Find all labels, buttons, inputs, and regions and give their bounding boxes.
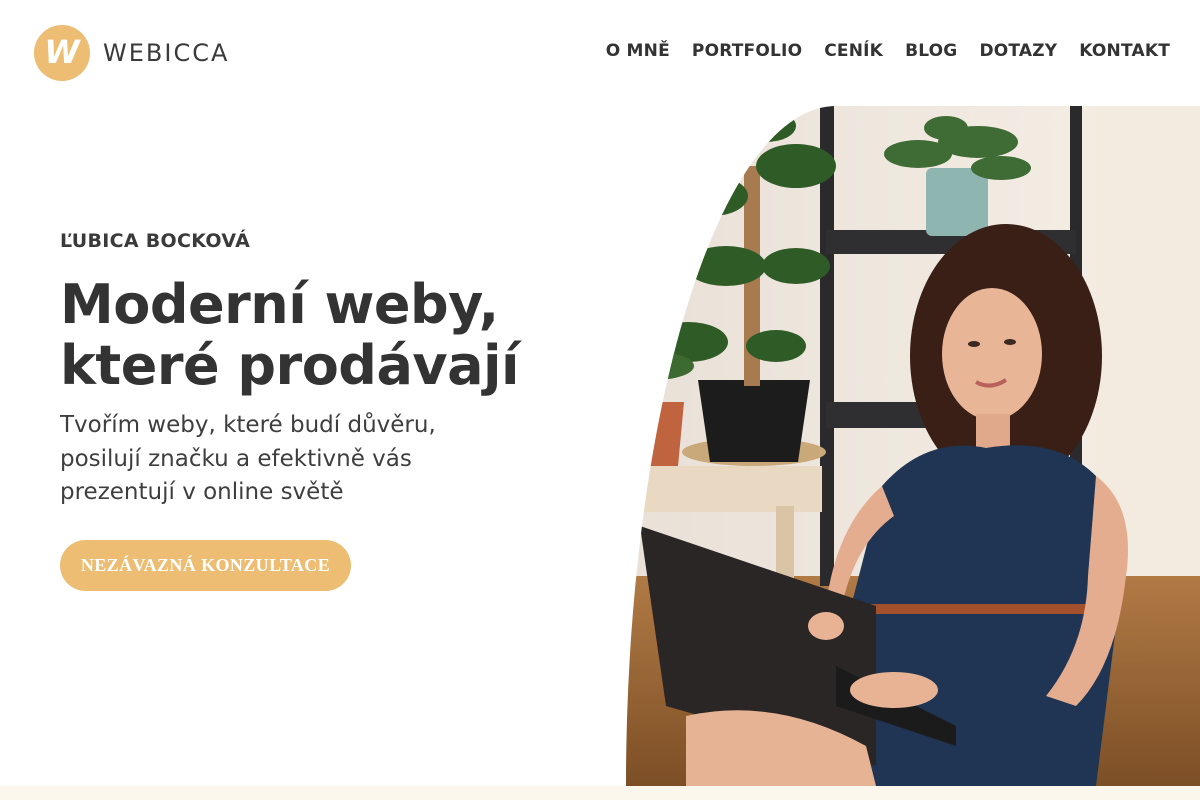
nav-item-contact[interactable]: KONTAKT xyxy=(1079,41,1170,61)
consultation-button[interactable]: NEZÁVAZNÁ KONZULTACE xyxy=(60,540,351,591)
logo-link[interactable]: W WEBICCA xyxy=(34,25,229,81)
section-divider-strip xyxy=(0,786,1200,800)
nav-item-pricing[interactable]: CENÍK xyxy=(824,41,883,61)
hero-headline-line2: které prodávají xyxy=(60,334,520,397)
nav-item-faq[interactable]: DOTAZY xyxy=(979,41,1057,61)
nav-item-blog[interactable]: BLOG xyxy=(905,41,957,61)
main-nav: O MNĚ PORTFOLIO CENÍK BLOG DOTAZY KONTAK… xyxy=(584,41,1170,61)
hero-text-block: ĽUBICA BOCKOVÁ Moderní weby, které prodá… xyxy=(60,230,520,510)
hero-eyebrow: ĽUBICA BOCKOVÁ xyxy=(60,230,251,252)
nav-item-about[interactable]: O MNĚ xyxy=(606,41,670,61)
hero-portrait-image xyxy=(626,106,1200,786)
site-header: W WEBICCA O MNĚ PORTFOLIO CENÍK BLOG DOT… xyxy=(0,0,1200,106)
hero-headline: Moderní weby, které prodávají xyxy=(60,273,520,397)
hero-headline-line1: Moderní weby, xyxy=(60,273,499,336)
brand-name: WEBICCA xyxy=(103,39,230,67)
nav-item-portfolio[interactable]: PORTFOLIO xyxy=(692,41,802,61)
logo-letter: W xyxy=(44,33,80,71)
hero-subtitle: Tvořím weby, které budí důvěru, posilují… xyxy=(60,412,436,505)
logo-mark-icon: W xyxy=(34,25,90,81)
